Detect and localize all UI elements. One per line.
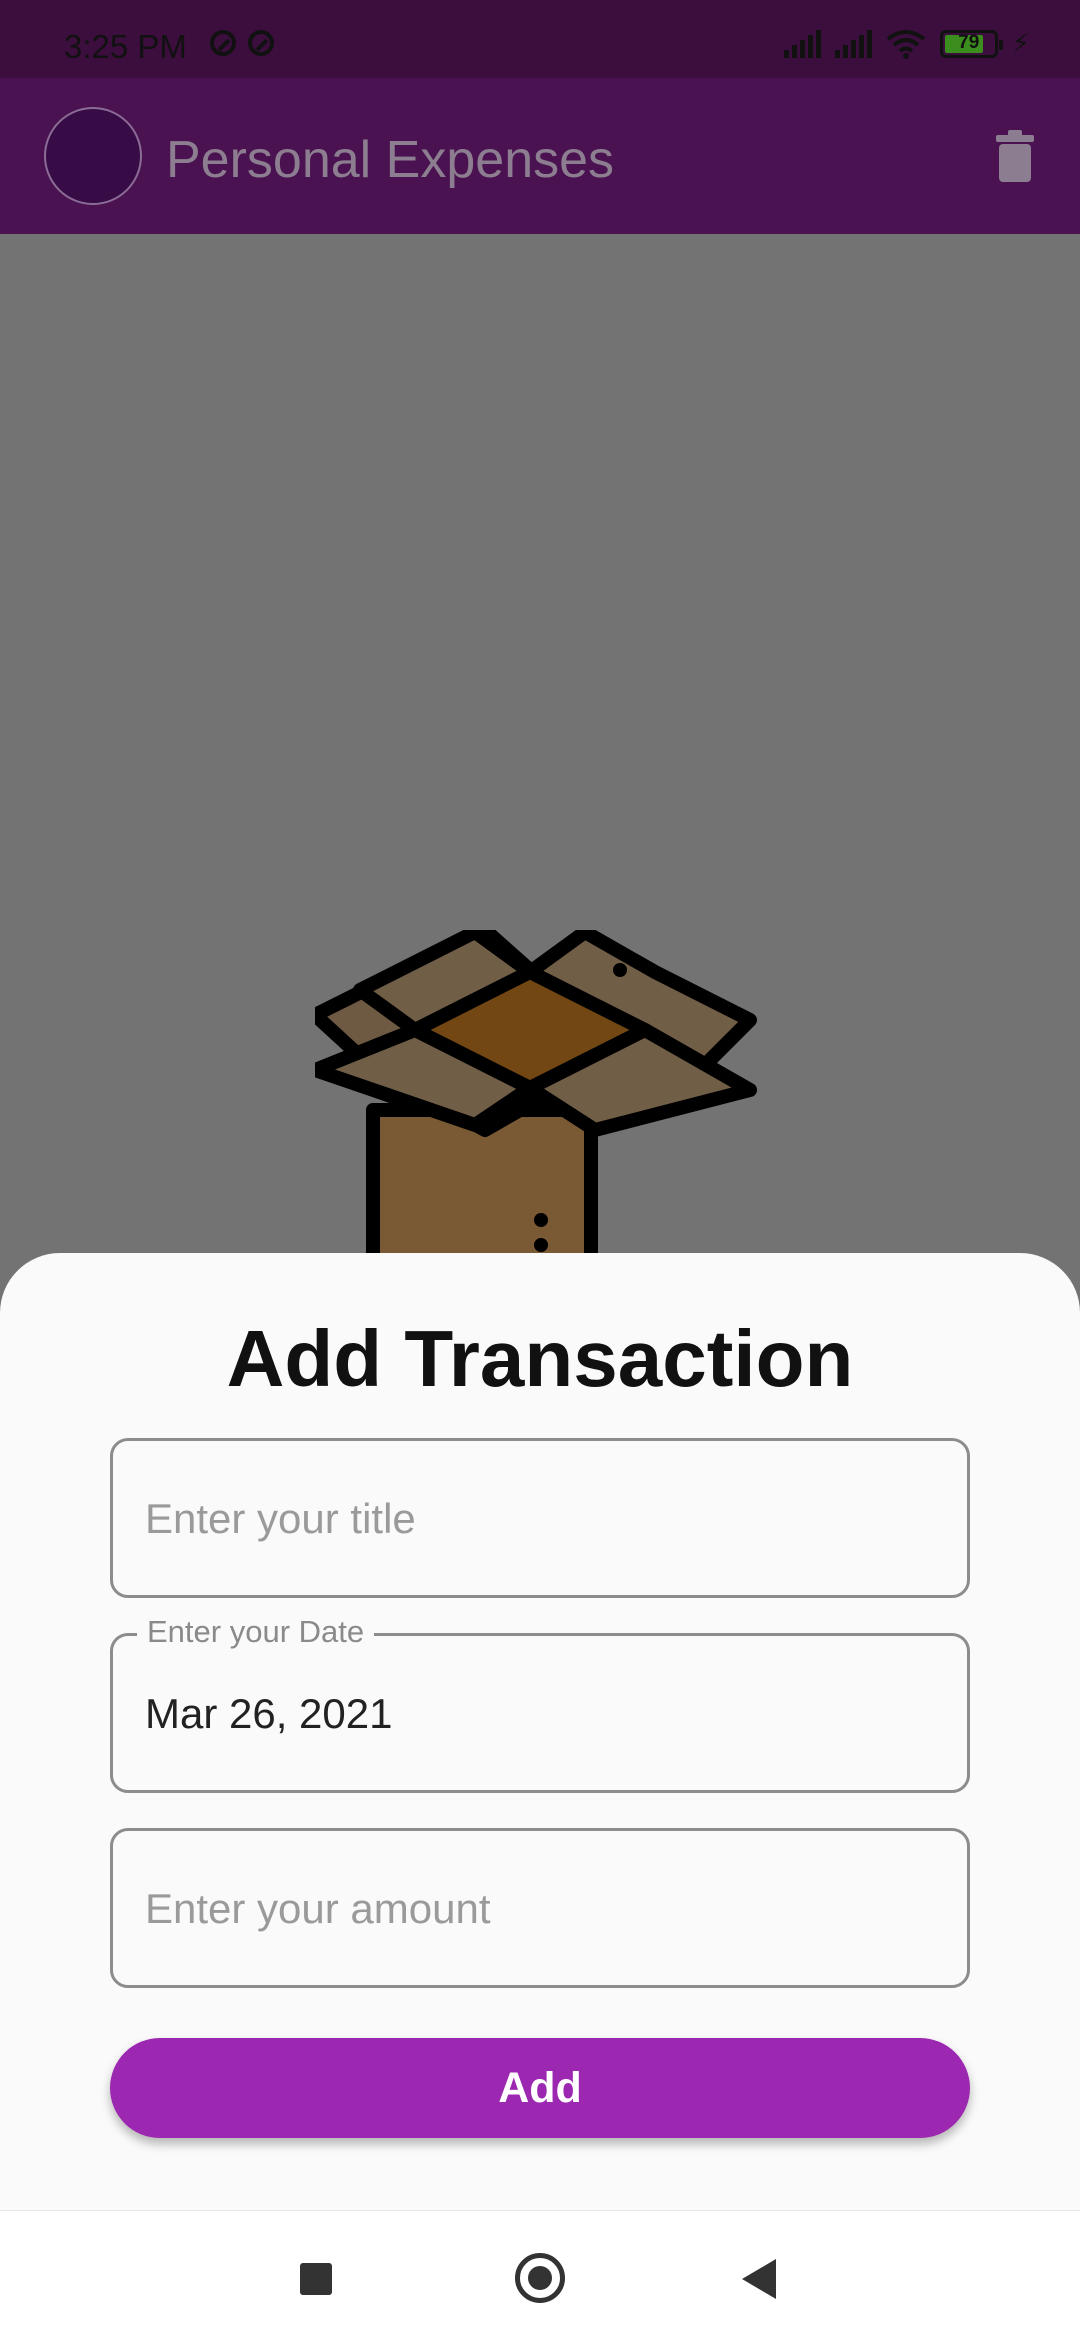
cell-signal-icon bbox=[783, 29, 821, 58]
status-left-icons bbox=[210, 30, 274, 56]
app-bar: Personal Expenses bbox=[0, 78, 1080, 234]
status-right-icons: 79 ⚡ bbox=[783, 28, 1030, 59]
sheet-title: Add Transaction bbox=[226, 1314, 854, 1403]
amount-input[interactable] bbox=[143, 1831, 937, 1987]
back-triangle-icon[interactable] bbox=[742, 2259, 776, 2299]
do-not-disturb-icon bbox=[248, 30, 274, 56]
add-button[interactable]: Add bbox=[110, 2038, 970, 2138]
avatar[interactable] bbox=[44, 107, 142, 205]
charging-bolt-icon: ⚡ bbox=[1011, 28, 1030, 58]
app-title: Personal Expenses bbox=[166, 131, 615, 189]
wifi-icon bbox=[886, 29, 925, 59]
recents-square-icon[interactable] bbox=[300, 2263, 332, 2295]
status-bar: 3:25 PM 79 ⚡ bbox=[0, 0, 1080, 78]
title-field[interactable] bbox=[110, 1438, 970, 1598]
cell-signal-icon bbox=[834, 29, 872, 58]
battery-icon: 79 bbox=[939, 29, 1003, 58]
date-input[interactable] bbox=[143, 1636, 937, 1792]
date-field[interactable]: Enter your Date bbox=[110, 1614, 970, 1793]
home-circle-icon[interactable] bbox=[515, 2253, 565, 2303]
open-box-icon bbox=[315, 930, 757, 1260]
battery-level: 79 bbox=[958, 31, 980, 53]
title-input[interactable] bbox=[143, 1441, 937, 1597]
system-nav-bar bbox=[0, 2210, 1080, 2341]
do-not-disturb-icon bbox=[210, 30, 236, 56]
trash-icon[interactable] bbox=[996, 130, 1034, 182]
amount-field[interactable] bbox=[110, 1828, 970, 1988]
status-time: 3:25 PM bbox=[64, 28, 187, 65]
